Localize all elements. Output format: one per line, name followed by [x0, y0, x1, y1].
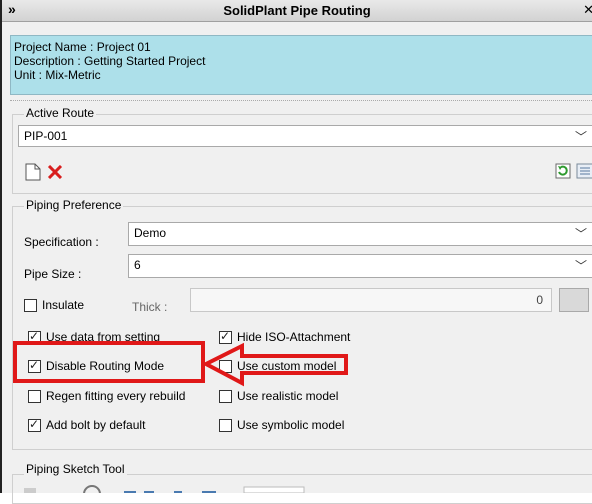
annotation-arrow-icon	[202, 342, 348, 387]
regen-fitting-label: Regen fitting every rebuild	[46, 389, 186, 403]
close-icon[interactable]: ✕	[583, 2, 592, 18]
sketch-tool-input	[243, 486, 305, 493]
thick-color-button[interactable]	[559, 288, 589, 312]
regen-fitting-checkbox[interactable]	[28, 390, 41, 403]
active-route-label: Active Route	[24, 106, 97, 120]
piping-preference-label: Piping Preference	[24, 198, 124, 212]
panel-titlebar: » SolidPlant Pipe Routing ✕	[2, 0, 592, 22]
panel-title: SolidPlant Pipe Routing	[223, 3, 371, 18]
insulate-checkbox[interactable]	[24, 299, 37, 312]
use-symbolic-model-checkbox[interactable]	[219, 419, 232, 432]
divider	[10, 100, 592, 101]
chevron-down-icon: ﹀	[574, 227, 587, 241]
thick-label: Thick :	[132, 300, 168, 314]
project-unit: Unit : Mix-Metric	[14, 68, 101, 82]
pipe-size-label: Pipe Size :	[24, 267, 82, 281]
arc-tool-icon	[83, 485, 101, 493]
add-bolt-label: Add bolt by default	[46, 418, 146, 432]
pipe-routing-panel: » SolidPlant Pipe Routing ✕ Project Name…	[0, 0, 592, 504]
specification-select[interactable]: Demo ﹀	[128, 222, 592, 246]
project-description: Description : Getting Started Project	[14, 54, 206, 68]
pipe-size-select[interactable]: 6 ﹀	[128, 254, 592, 278]
specification-value: Demo	[134, 226, 167, 240]
annotation-highlight-box	[13, 341, 205, 383]
sketch-toolbar	[24, 485, 305, 493]
insulate-label: Insulate	[42, 298, 85, 312]
thick-input[interactable]: 0	[190, 288, 552, 312]
specification-label: Specification :	[24, 235, 99, 249]
delete-route-icon[interactable]	[47, 165, 63, 179]
pipe-size-value: 6	[134, 258, 141, 272]
piping-sketch-tool-label: Piping Sketch Tool	[24, 462, 127, 476]
active-route-value: PIP-001	[24, 129, 68, 143]
use-realistic-model-label: Use realistic model	[237, 389, 339, 403]
use-symbolic-model-label: Use symbolic model	[237, 418, 345, 432]
chevron-down-icon: ﹀	[574, 259, 587, 273]
active-route-select[interactable]: PIP-001 ﹀	[18, 125, 592, 147]
use-realistic-model-checkbox[interactable]	[219, 390, 232, 403]
sketch-tool-icon	[24, 488, 36, 493]
project-info-box: Project Name : Project 01 Description : …	[10, 35, 592, 95]
add-bolt-checkbox[interactable]	[28, 417, 41, 432]
new-route-icon[interactable]	[24, 163, 42, 181]
refresh-icon[interactable]	[555, 163, 571, 179]
project-name: Project Name : Project 01	[14, 40, 151, 54]
route-list-icon[interactable]	[576, 163, 592, 179]
chevron-down-icon: ﹀	[574, 130, 587, 144]
